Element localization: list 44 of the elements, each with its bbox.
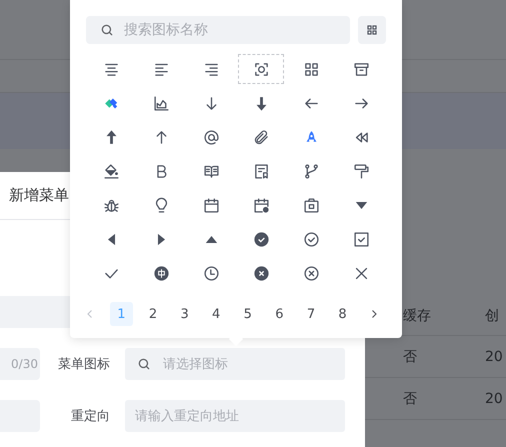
- search-icon: [137, 357, 151, 371]
- close-circle-icon: [302, 264, 320, 282]
- page-button[interactable]: 4: [204, 302, 228, 326]
- close-circle-icon: [252, 264, 270, 282]
- search-icon: [100, 23, 114, 37]
- table-cell: 20: [485, 348, 503, 364]
- language-icon: [152, 264, 170, 282]
- archive-icon: [352, 60, 370, 78]
- page-button[interactable]: 7: [299, 302, 323, 326]
- page-button[interactable]: 2: [141, 302, 165, 326]
- camera-icon: [302, 196, 320, 214]
- calendar-icon: [202, 196, 220, 214]
- page-button[interactable]: 8: [330, 302, 354, 326]
- checkbox-icon: [352, 230, 370, 248]
- paint-roller-icon: [352, 162, 370, 180]
- table-cell: 否: [403, 348, 417, 366]
- git-branch-icon: [302, 162, 320, 180]
- column-header: 缓存: [403, 306, 431, 324]
- area-chart-icon: [152, 94, 170, 112]
- search-field[interactable]: 搜索图标名称: [86, 16, 350, 44]
- input-field[interactable]: 请选择图标: [125, 348, 345, 380]
- page-button[interactable]: 3: [172, 302, 196, 326]
- check-circle-icon: [302, 230, 320, 248]
- page-button[interactable]: 5: [236, 302, 260, 326]
- at-sign-icon: [202, 128, 220, 146]
- grid-view-button[interactable]: [358, 16, 386, 44]
- paint-bucket-icon: [102, 162, 120, 180]
- document-bookmark-icon: [252, 162, 270, 180]
- grid-icon: [302, 60, 320, 78]
- field-label: 重定向: [70, 408, 110, 425]
- column-header: 创: [485, 306, 499, 324]
- field-label: 菜单图标: [57, 356, 110, 373]
- input-field[interactable]: 请输入重定向地址: [125, 400, 345, 432]
- paperclip-icon: [252, 128, 270, 146]
- table-cell: 20: [485, 390, 503, 406]
- page-button[interactable]: 6: [268, 302, 292, 326]
- grid-icon: [366, 24, 378, 36]
- check-circle-icon: [252, 230, 270, 248]
- calendar-icon: [252, 196, 270, 214]
- character-counter: 0/30: [11, 357, 39, 371]
- scan-icon: [252, 60, 270, 78]
- clock-icon: [202, 264, 220, 282]
- table-cell: 否: [403, 390, 417, 408]
- icon-option[interactable]: [238, 54, 284, 84]
